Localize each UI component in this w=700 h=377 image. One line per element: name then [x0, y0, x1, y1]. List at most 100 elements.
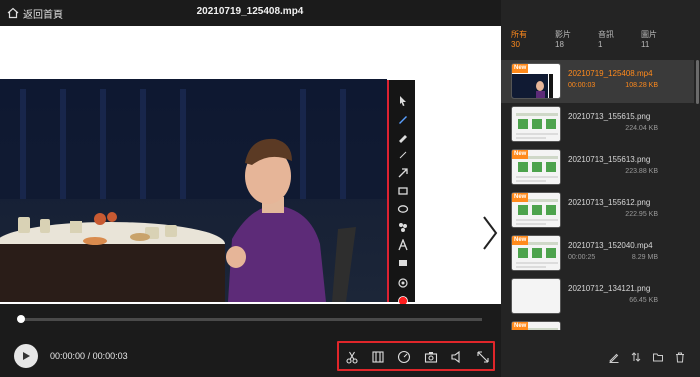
image-thumbnail: New — [511, 149, 561, 185]
line-icon — [399, 151, 407, 159]
file-name: 20210713_152040.mp4 — [568, 241, 653, 250]
tab-all-count: 30 — [511, 40, 520, 49]
speed-icon — [397, 350, 411, 364]
image-icon — [399, 260, 407, 266]
file-item[interactable]: New 20210719_125408.mp4 00:00:03 108.28 KB — [501, 60, 694, 103]
image-thumbnail — [511, 278, 561, 314]
folder-icon — [653, 353, 663, 362]
media-library-panel: 所有 30 影片 18 音訊 1 圖片 11 New 20210719_12540… — [501, 0, 700, 377]
tab-audio-label: 音訊 — [598, 30, 614, 39]
file-list: New 20210719_125408.mp4 00:00:03 108.28 KB 2… — [501, 60, 700, 330]
arrow-tool[interactable] — [395, 166, 411, 180]
edit-tools-group — [337, 341, 495, 371]
pen-icon — [399, 116, 407, 124]
sort-button[interactable] — [629, 350, 643, 364]
image-tool[interactable] — [395, 256, 411, 270]
time-readout: 00:00:00 / 00:00:03 — [50, 351, 128, 361]
current-time: 00:00:00 — [50, 351, 86, 361]
timeline-slider[interactable] — [17, 315, 482, 323]
ellipse-icon — [397, 205, 409, 213]
new-badge: New — [512, 193, 529, 202]
file-list-scrollbar[interactable] — [696, 60, 699, 104]
image-thumbnail: New — [511, 192, 561, 228]
file-name: 20210719_125408.mp4 — [568, 69, 653, 78]
rectangle-icon — [398, 187, 408, 195]
file-item[interactable]: 20210712_134121.png 66.45 KB — [501, 275, 694, 318]
mosaic-tool[interactable] — [395, 220, 411, 234]
line-tool[interactable] — [395, 148, 411, 162]
pointer-tool[interactable] — [395, 94, 411, 108]
file-size: 8.29 MB — [631, 254, 658, 261]
play-button[interactable] — [14, 344, 38, 368]
mosaic-icon — [399, 223, 407, 232]
file-item[interactable]: 20210713_155615.png 224.04 KB — [501, 103, 694, 146]
snapshot-button[interactable] — [423, 349, 439, 365]
video-thumbnail: New — [511, 63, 561, 99]
total-time: 00:00:03 — [92, 351, 128, 361]
file-size: 222.95 KB — [625, 211, 658, 218]
scissors-icon — [346, 351, 358, 364]
image-thumbnail — [511, 106, 561, 142]
file-size: 108.28 KB — [625, 82, 658, 89]
snapshot-icon — [424, 352, 438, 363]
step-icon — [398, 278, 408, 288]
play-icon — [23, 352, 30, 360]
new-badge: New — [512, 150, 529, 159]
speed-button[interactable] — [396, 349, 412, 365]
tab-all[interactable]: 所有 30 — [511, 30, 551, 50]
color-picker[interactable] — [395, 294, 411, 304]
cut-button[interactable] — [344, 349, 360, 365]
text-icon — [398, 239, 408, 251]
new-badge: New — [512, 64, 529, 73]
video-frame-image — [0, 79, 387, 302]
step-tool[interactable] — [395, 276, 411, 290]
rename-button[interactable] — [607, 350, 621, 364]
image-thumbnail: New — [511, 321, 561, 330]
video-frame — [0, 79, 387, 302]
open-folder-button[interactable] — [651, 350, 665, 364]
next-arrow-icon[interactable] — [481, 214, 499, 252]
file-item[interactable]: New — [501, 318, 694, 330]
tab-all-label: 所有 — [511, 30, 527, 39]
timeline-thumb[interactable] — [17, 315, 25, 323]
pointer-icon — [400, 96, 406, 106]
volume-icon — [451, 350, 460, 364]
file-name: 20210713_155612.png — [568, 198, 651, 207]
pen-tool[interactable] — [395, 112, 411, 126]
file-duration: 00:00:25 — [568, 254, 596, 261]
tab-image[interactable]: 圖片 11 — [641, 30, 681, 50]
delete-button[interactable] — [673, 350, 687, 364]
marker-tool[interactable] — [395, 130, 411, 144]
text-tool[interactable] — [395, 238, 411, 252]
pencil-icon — [609, 353, 619, 363]
sort-icon — [631, 352, 641, 362]
tab-video-count: 18 — [555, 40, 564, 49]
window-title: 20210719_125408.mp4 — [196, 6, 304, 17]
crop-icon — [477, 351, 489, 363]
trash-icon — [676, 352, 684, 363]
tab-video-label: 影片 — [555, 30, 571, 39]
color-icon — [398, 296, 408, 304]
file-name: 20210712_134121.png — [568, 284, 651, 293]
volume-button[interactable] — [449, 349, 465, 365]
file-item[interactable]: New 20210713_155612.png 222.95 KB — [501, 189, 694, 232]
tab-audio[interactable]: 音訊 1 — [598, 30, 638, 50]
ellipse-tool[interactable] — [395, 202, 411, 216]
marker-icon — [399, 135, 407, 143]
video-preview[interactable] — [0, 26, 501, 304]
trim-button[interactable] — [370, 349, 386, 365]
image-thumbnail: New — [511, 235, 561, 271]
file-item[interactable]: New 20210713_152040.mp4 00:00:25 8.29 MB — [501, 232, 694, 275]
tab-video[interactable]: 影片 18 — [555, 30, 595, 50]
crop-button[interactable] — [475, 349, 491, 365]
file-name: 20210713_155613.png — [568, 155, 651, 164]
arrow-icon — [398, 168, 408, 178]
file-item[interactable]: New 20210713_155613.png 223.88 KB — [501, 146, 694, 189]
tab-image-count: 11 — [641, 40, 650, 49]
new-badge: New — [512, 236, 529, 245]
new-badge: New — [512, 322, 529, 330]
file-name: 20210713_155615.png — [568, 112, 651, 121]
file-duration: 00:00:03 — [568, 82, 596, 89]
tab-image-label: 圖片 — [641, 30, 657, 39]
rectangle-tool[interactable] — [395, 184, 411, 198]
